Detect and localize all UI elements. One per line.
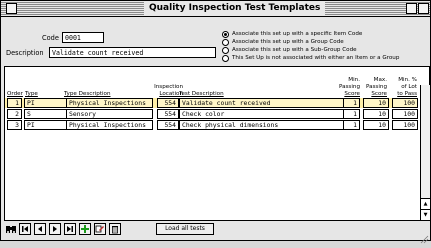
last-record-icon[interactable] — [64, 223, 76, 235]
load-all-tests-button[interactable]: Load all tests — [156, 223, 214, 235]
previous-record-icon[interactable] — [34, 223, 46, 235]
header-min-lot-1: Min. % — [398, 77, 417, 83]
cell-order[interactable]: 3 — [7, 120, 22, 130]
cell-location[interactable]: 554 — [157, 98, 179, 108]
header-type: Type — [25, 91, 38, 97]
scroll-down-arrow-icon[interactable]: ▼ — [421, 209, 430, 220]
vertical-scrollbar[interactable]: ▲ ▼ — [420, 85, 430, 220]
binoculars-icon[interactable] — [5, 223, 17, 235]
cell-min-score[interactable]: 1 — [343, 109, 360, 119]
cell-min-score[interactable]: 1 — [343, 98, 360, 108]
header-order: Order — [7, 91, 23, 97]
edit-record-icon[interactable] — [94, 223, 106, 235]
cell-type-description[interactable]: Physical Inspections — [66, 98, 153, 108]
cell-min-lot[interactable]: 100 — [392, 109, 418, 119]
cell-test-description[interactable]: Check color — [179, 109, 353, 119]
cell-order[interactable]: 1 — [7, 98, 22, 108]
radio-specific-item-label: Associate this set up with a specific It… — [232, 31, 363, 37]
radio-specific-item[interactable] — [222, 31, 229, 38]
next-record-icon[interactable] — [49, 223, 61, 235]
scroll-up-arrow-icon[interactable]: ▲ — [421, 198, 430, 209]
resize-grip-icon[interactable] — [419, 229, 429, 244]
cell-min-score[interactable]: 1 — [343, 120, 360, 130]
tests-table: Order Type Type Description Inspection L… — [4, 66, 430, 221]
header-min-passing-2: Passing — [338, 84, 360, 90]
radio-subgroup-code-label: Associate this set up with a Sub-Group C… — [232, 47, 357, 53]
radio-not-associated-label: This Set Up is not associated with eithe… — [232, 55, 400, 61]
table-row[interactable]: 2 S Sensory 554 Check color 1 10 100 — [5, 109, 418, 119]
cell-min-lot[interactable]: 100 — [392, 98, 418, 108]
zoom-box-icon[interactable] — [406, 3, 417, 14]
description-field[interactable]: Validate count received — [49, 47, 216, 58]
header-type-description: Type Description — [64, 91, 111, 97]
table-row[interactable]: 3 PI Physical Inspections 554 Check phys… — [5, 120, 418, 130]
cell-type[interactable]: PI — [24, 98, 67, 108]
header-min-lot-pass: to Pass — [397, 91, 417, 97]
cell-location[interactable]: 554 — [157, 120, 179, 130]
radio-subgroup-code[interactable] — [222, 47, 229, 54]
header-min-lot-2: of Lot — [401, 84, 417, 90]
cell-max-score[interactable]: 10 — [363, 120, 389, 130]
header-max-passing-score: Score — [371, 91, 387, 97]
cell-test-description[interactable]: Check physical dimensions — [179, 120, 353, 130]
close-box-icon[interactable] — [6, 3, 17, 14]
cell-type-description[interactable]: Physical Inspections — [66, 120, 153, 130]
radio-group-code-label: Associate this set up with a Group Code — [232, 39, 344, 45]
header-inspection-location: Location — [159, 91, 183, 97]
delete-record-icon[interactable] — [109, 223, 121, 235]
collapse-box-icon[interactable] — [418, 3, 429, 14]
table-row[interactable]: 1 PI Physical Inspections 554 Validate c… — [5, 98, 418, 108]
cell-test-description[interactable]: Validate count received — [179, 98, 353, 108]
cell-type[interactable]: PI — [24, 120, 67, 130]
header-min-passing-score: Score — [344, 91, 360, 97]
header-inspection-1: Inspection — [154, 84, 183, 90]
header-min-passing-1: Min. — [348, 77, 360, 83]
radio-group-code[interactable] — [222, 39, 229, 46]
header-max-passing-1: Max. — [373, 77, 387, 83]
cell-max-score[interactable]: 10 — [363, 109, 389, 119]
cell-max-score[interactable]: 10 — [363, 98, 389, 108]
description-label: Description — [6, 49, 44, 57]
window-title: Quality Inspection Test Templates — [144, 2, 326, 15]
cell-type[interactable]: S — [24, 109, 67, 119]
cell-type-description[interactable]: Sensory — [66, 109, 153, 119]
radio-not-associated[interactable] — [222, 55, 229, 62]
add-record-icon[interactable] — [79, 223, 91, 235]
code-label: Code — [42, 34, 59, 42]
header-test-description: Test Description — [179, 91, 224, 97]
cell-order[interactable]: 2 — [7, 109, 22, 119]
header-max-passing-2: Passing — [365, 84, 387, 90]
cell-min-lot[interactable]: 100 — [392, 120, 418, 130]
app-window: Quality Inspection Test Templates Code 0… — [0, 0, 431, 244]
code-field[interactable]: 0001 — [62, 32, 104, 43]
first-record-icon[interactable] — [19, 223, 31, 235]
cell-location[interactable]: 554 — [157, 109, 179, 119]
title-bar[interactable]: Quality Inspection Test Templates — [1, 1, 430, 17]
